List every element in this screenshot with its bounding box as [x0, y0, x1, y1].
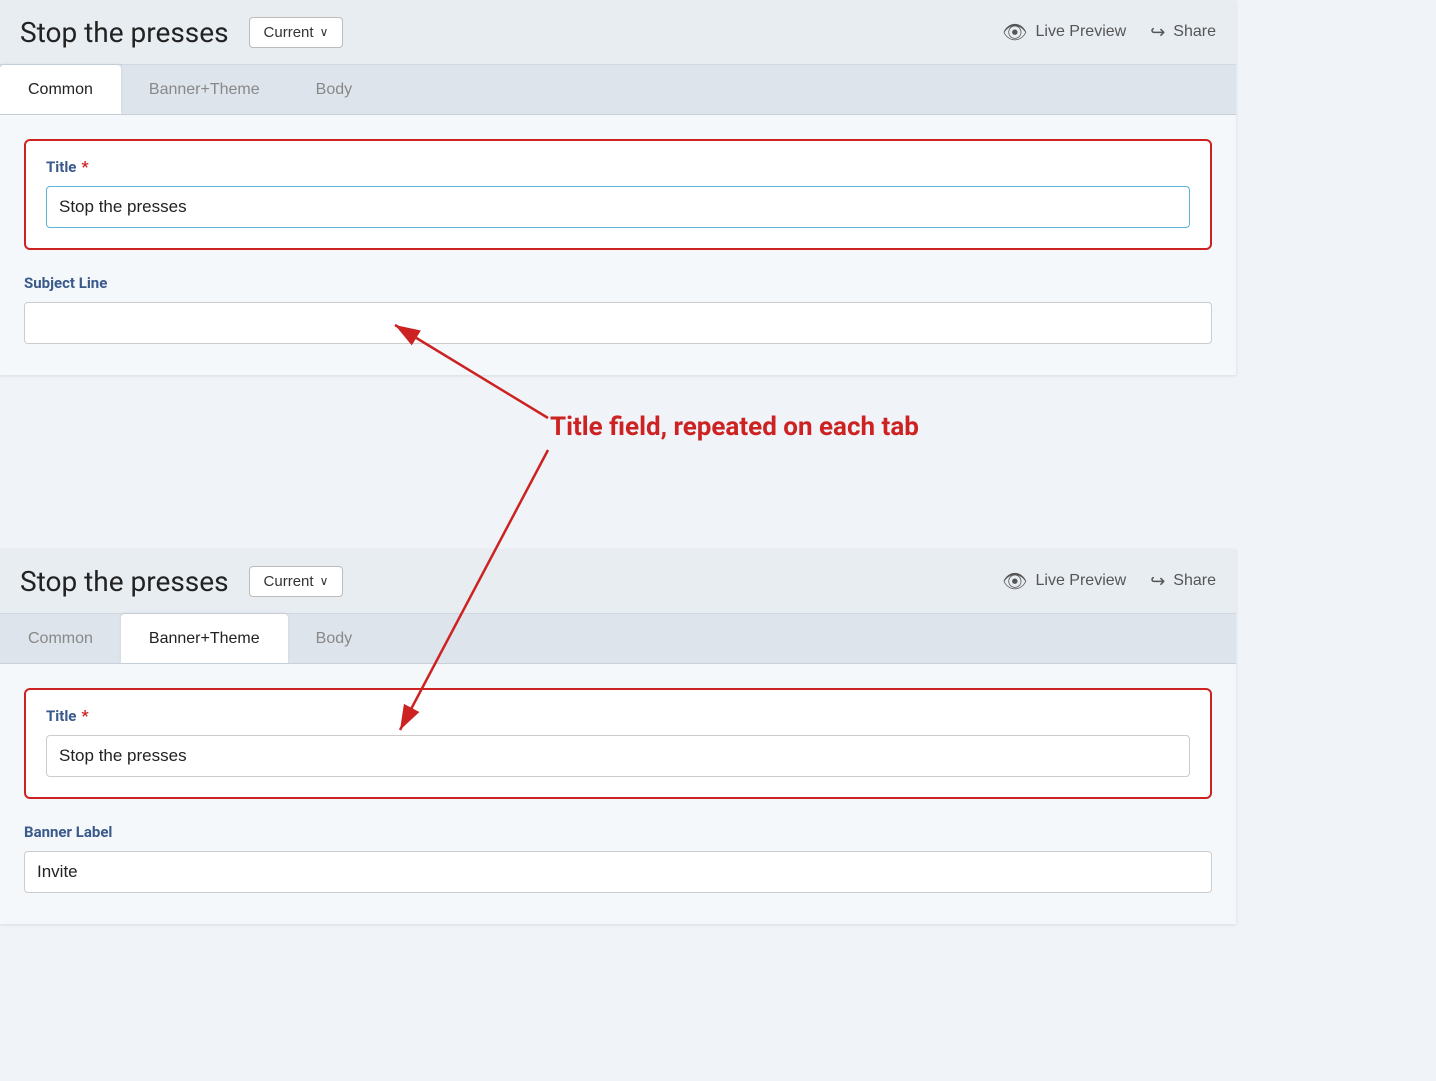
top-version-button[interactable]: Current ∨: [249, 17, 344, 48]
top-page-title: Stop the presses: [20, 16, 229, 49]
bottom-tab-common[interactable]: Common: [0, 614, 121, 663]
top-tab-banner-theme[interactable]: Banner+Theme: [121, 65, 288, 114]
top-share-label: Share: [1173, 23, 1216, 41]
bottom-live-preview-label: Live Preview: [1036, 572, 1127, 590]
top-chevron-down-icon: ∨: [320, 25, 329, 39]
top-panel: Stop the presses Current ∨ 👁 Live Previe…: [0, 0, 1236, 375]
top-header-actions: 👁 Live Preview ↪ Share: [1002, 20, 1216, 45]
bottom-tab-banner-theme[interactable]: Banner+Theme: [121, 614, 288, 663]
top-tabs: Common Banner+Theme Body: [0, 65, 1236, 115]
top-header: Stop the presses Current ∨ 👁 Live Previe…: [0, 0, 1236, 65]
bottom-banner-label-label: Banner Label: [24, 823, 1212, 841]
bottom-share-icon: ↪: [1150, 571, 1165, 592]
bottom-tab-body[interactable]: Body: [288, 614, 380, 663]
top-subject-line-section: Subject Line: [24, 274, 1212, 344]
bottom-form-content: Title * Banner Label: [0, 664, 1236, 924]
top-tab-common[interactable]: Common: [0, 65, 121, 114]
top-version-label: Current: [264, 24, 314, 41]
bottom-version-label: Current: [264, 573, 314, 590]
top-live-preview-label: Live Preview: [1036, 23, 1127, 41]
bottom-live-preview-button[interactable]: 👁 Live Preview: [1002, 569, 1126, 594]
bottom-share-button[interactable]: ↪ Share: [1150, 571, 1216, 592]
top-title-label: Title *: [46, 157, 1190, 176]
bottom-header: Stop the presses Current ∨ 👁 Live Previe…: [0, 549, 1236, 614]
bottom-eye-icon: 👁: [1002, 569, 1027, 594]
top-title-field-box: Title *: [24, 139, 1212, 250]
top-tab-body[interactable]: Body: [288, 65, 380, 114]
bottom-banner-label-input[interactable]: [24, 851, 1212, 893]
bottom-panel: Stop the presses Current ∨ 👁 Live Previe…: [0, 549, 1236, 924]
top-title-input[interactable]: [46, 186, 1190, 228]
top-share-icon: ↪: [1150, 22, 1165, 43]
top-live-preview-button[interactable]: 👁 Live Preview: [1002, 20, 1126, 45]
bottom-title-required-star: *: [81, 706, 88, 725]
bottom-page-title: Stop the presses: [20, 565, 229, 598]
bottom-version-button[interactable]: Current ∨: [249, 566, 344, 597]
top-eye-icon: 👁: [1002, 20, 1027, 45]
bottom-banner-label-section: Banner Label: [24, 823, 1212, 893]
top-title-required-star: *: [81, 157, 88, 176]
top-form-content: Title * Subject Line: [0, 115, 1236, 375]
bottom-tabs: Common Banner+Theme Body: [0, 614, 1236, 664]
annotation-text: Title field, repeated on each tab: [550, 412, 919, 442]
bottom-header-actions: 👁 Live Preview ↪ Share: [1002, 569, 1216, 594]
bottom-chevron-down-icon: ∨: [320, 574, 329, 588]
bottom-share-label: Share: [1173, 572, 1216, 590]
bottom-title-label: Title *: [46, 706, 1190, 725]
bottom-title-field-box: Title *: [24, 688, 1212, 799]
top-share-button[interactable]: ↪ Share: [1150, 22, 1216, 43]
top-subject-line-label: Subject Line: [24, 274, 1212, 292]
bottom-title-input[interactable]: [46, 735, 1190, 777]
top-subject-line-input[interactable]: [24, 302, 1212, 344]
